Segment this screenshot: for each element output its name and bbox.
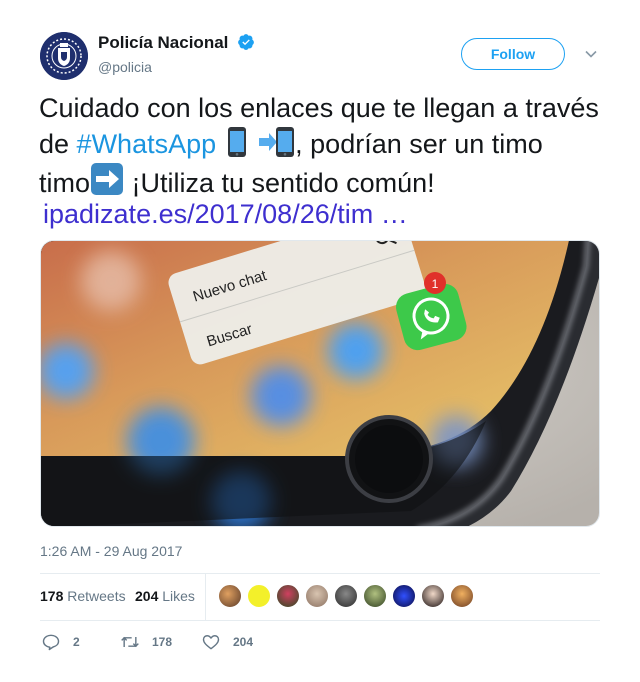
photo-phone-screen: Nuevo chat Buscar 1 bbox=[41, 241, 599, 526]
likes-label: Likes bbox=[162, 588, 195, 604]
liker-avatar[interactable] bbox=[305, 584, 329, 608]
retweets-count: 178 bbox=[40, 588, 64, 604]
liker-avatar[interactable] bbox=[421, 584, 445, 608]
retweet-icon bbox=[121, 636, 139, 648]
liker-avatar[interactable] bbox=[363, 584, 387, 608]
likes-stat[interactable]: 204 Likes bbox=[135, 588, 195, 604]
liker-avatar[interactable] bbox=[247, 584, 271, 608]
like-button[interactable]: 204 bbox=[201, 632, 253, 652]
tweet-timestamp[interactable]: 1:26 AM - 29 Aug 2017 bbox=[40, 543, 182, 559]
chevron-down-icon[interactable] bbox=[584, 47, 598, 61]
right-arrow-icon bbox=[91, 163, 124, 195]
police-badge-icon bbox=[40, 32, 88, 80]
retweets-stat[interactable]: 178 Retweets bbox=[40, 588, 126, 604]
liker-avatar[interactable] bbox=[218, 584, 242, 608]
follow-button[interactable]: Follow bbox=[461, 38, 565, 70]
author-display-name[interactable]: Policía Nacional bbox=[98, 33, 228, 53]
retweet-count: 178 bbox=[152, 635, 173, 649]
tweet-url-link[interactable]: ipadizate.es/2017/08/26/tim … bbox=[43, 199, 408, 229]
liker-avatar[interactable] bbox=[450, 584, 474, 608]
reply-count: 2 bbox=[73, 635, 80, 649]
hashtag-link[interactable]: #WhatsApp bbox=[77, 129, 217, 159]
notification-badge: 1 bbox=[432, 277, 439, 291]
divider bbox=[205, 574, 206, 620]
retweet-button[interactable]: 178 bbox=[120, 632, 172, 652]
tweet-text-part: ¡Utiliza tu sentido común! bbox=[124, 168, 435, 198]
divider bbox=[40, 620, 600, 621]
reply-icon bbox=[42, 634, 60, 651]
tweet-text: Cuidado con los enlaces que te llegan a … bbox=[39, 90, 609, 162]
tweet-link-line: ipadizate.es/2017/08/26/tim … bbox=[39, 196, 408, 232]
calling-phone-icon bbox=[259, 127, 295, 157]
divider bbox=[40, 573, 600, 574]
tweet-text-part: timo bbox=[39, 168, 91, 198]
author-handle[interactable]: @policia bbox=[98, 59, 255, 75]
avatar[interactable] bbox=[40, 32, 88, 80]
liker-avatar[interactable] bbox=[334, 584, 358, 608]
liker-avatar[interactable] bbox=[392, 584, 416, 608]
tweet-text-part: , podrían ser un timo bbox=[295, 129, 543, 159]
like-count: 204 bbox=[233, 635, 254, 649]
tweet-media-image[interactable]: Nuevo chat Buscar 1 bbox=[40, 240, 600, 527]
retweets-label: Retweets bbox=[67, 588, 126, 604]
likes-count: 204 bbox=[135, 588, 159, 604]
liker-avatar[interactable] bbox=[276, 584, 300, 608]
reply-button[interactable]: 2 bbox=[41, 632, 80, 652]
mobile-phone-icon bbox=[227, 127, 246, 157]
verified-badge-icon bbox=[237, 34, 254, 50]
heart-icon bbox=[202, 635, 220, 650]
